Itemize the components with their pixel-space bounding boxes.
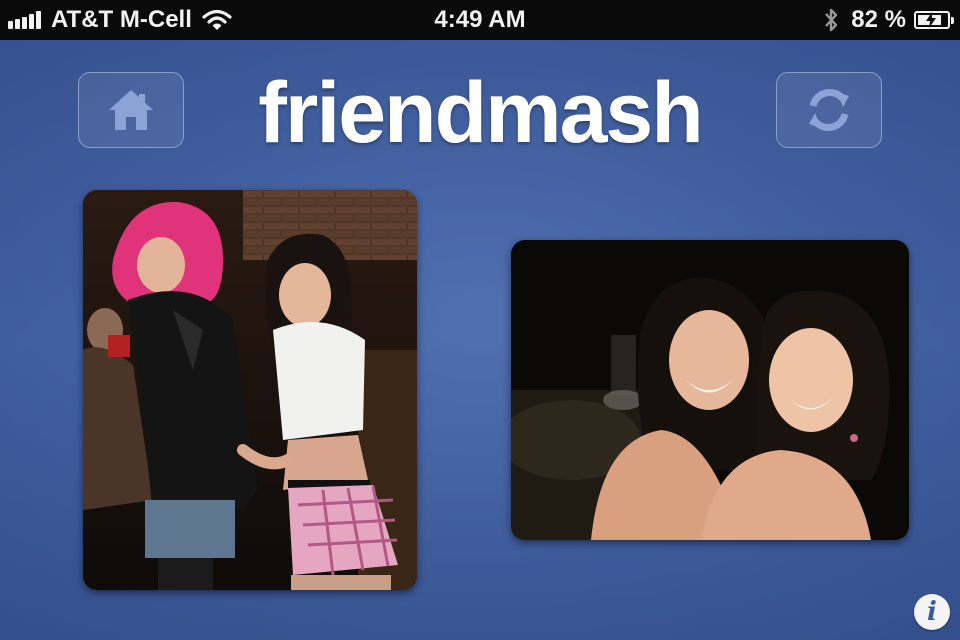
- right-photo[interactable]: [511, 240, 909, 540]
- info-icon: i: [927, 597, 937, 627]
- right-photo-image: [511, 240, 909, 540]
- left-photo-image: [83, 190, 417, 590]
- refresh-icon: [809, 89, 849, 131]
- signal-bars-icon: [8, 11, 43, 29]
- info-button[interactable]: i: [914, 594, 950, 630]
- wifi-icon: [202, 9, 232, 31]
- status-bar: AT&T M-Cell 4:49 AM 82 %: [0, 0, 960, 40]
- carrier-name: AT&T M-Cell: [51, 6, 192, 33]
- refresh-button[interactable]: [776, 72, 882, 148]
- battery-charging-icon: [914, 11, 954, 29]
- bluetooth-icon: [823, 6, 839, 34]
- status-bar-left: AT&T M-Cell: [8, 0, 232, 40]
- status-bar-right: 82 %: [823, 0, 954, 40]
- battery-percent: 82 %: [851, 6, 906, 33]
- left-photo[interactable]: [83, 190, 417, 590]
- app-screen: friendmash i: [0, 40, 960, 640]
